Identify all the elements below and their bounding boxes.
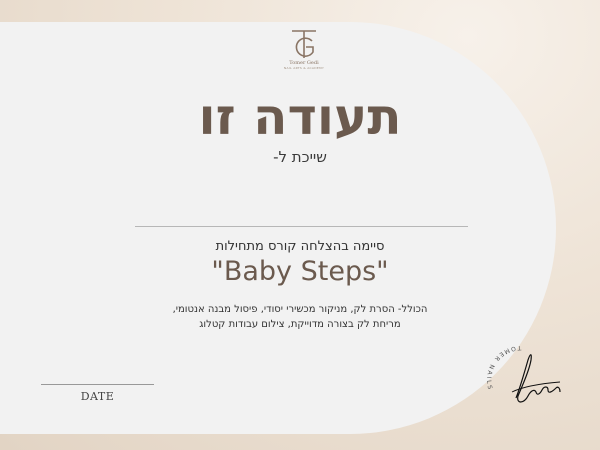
course-name: "Baby Steps" [211, 256, 389, 287]
completion-text: סיימה בהצלחה קורס מתחילות [215, 239, 385, 254]
svg-text:TOMER NAILS: TOMER NAILS [485, 344, 523, 392]
brand-logo: Tomer Gedi NAIL ARTS & ACADEMY [276, 28, 332, 76]
stamp-text: TOMER NAILS [485, 344, 520, 392]
brand-tagline: NAIL ARTS & ACADEMY [283, 66, 325, 70]
course-description: הכולל- הסרת לק, מניקור מכשירי יסודי, פיס… [150, 302, 450, 332]
description-line-2: מריחת לק בצורה מדוייקת, צילום עבודות קטל… [199, 319, 401, 330]
certificate-title: תעודה זו [198, 88, 402, 146]
name-line [135, 226, 468, 227]
date-line [41, 384, 154, 385]
signature-stamp-icon: TOMER NAILS [485, 344, 561, 403]
description-line-1: הכולל- הסרת לק, מניקור מכשירי יסודי, פיס… [172, 304, 428, 315]
date-label: DATE [80, 390, 115, 403]
certificate-subtitle: שייכת ל- [273, 148, 327, 166]
tg-monogram-icon [292, 30, 316, 58]
